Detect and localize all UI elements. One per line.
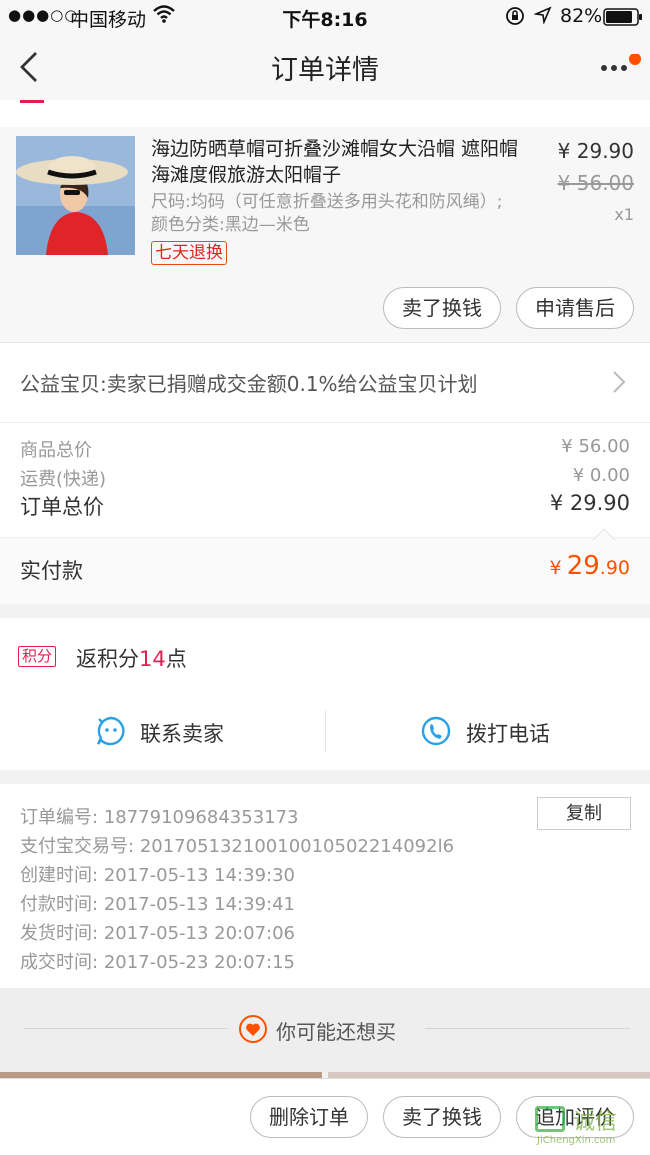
more-icon[interactable] (598, 53, 644, 88)
info-label: 发货时间: (20, 923, 99, 944)
points-badge: 积分 (18, 646, 57, 667)
goods-total-label: 商品总价 (20, 440, 92, 461)
caret-up-icon (592, 526, 616, 545)
order-info: 复制 订单编号: 18779109684353173 支付宝交易号: 20170… (0, 784, 650, 988)
create-time-value: 2017-05-13 14:39:30 (103, 865, 295, 886)
paid-amount: ¥ 29.90 (550, 551, 631, 581)
ship-time-value: 2017-05-13 20:07:06 (103, 923, 295, 944)
pay-time-line: 付款时间: 2017-05-13 14:39:41 (20, 890, 295, 916)
call-phone-button[interactable]: 拨打电话 (326, 700, 650, 760)
divider-left (24, 1028, 228, 1029)
goods-total-value: ¥ 56.00 (561, 436, 630, 457)
after-sale-button[interactable]: 申请售后 (516, 287, 634, 329)
watermark-cn: 诚信 (573, 1110, 618, 1135)
product-spec: 尺码:均码（可任意折叠送多用头花和防风绳）;颜色分类:黑边—米色 (151, 192, 503, 235)
points-contact-card: 积分 返积分14点 联系卖家 拨打电话 (0, 618, 650, 770)
points-text: 返积分14点 (76, 643, 187, 673)
recommend-header: 你可能还想买 (0, 988, 650, 1072)
info-label: 付款时间: (20, 894, 99, 915)
product-original-price: ¥ 56.00 (557, 171, 634, 195)
product-image[interactable] (16, 136, 135, 255)
shop-header-strip (0, 100, 650, 127)
product-quantity: x1 (614, 205, 634, 224)
product-price: ¥ 29.90 (557, 139, 634, 163)
product-card[interactable]: 海边防晒草帽可折叠沙滩帽女大沿帽 遮阳帽 海滩度假旅游太阳帽子 尺码:均码（可任… (0, 127, 650, 342)
order-number-value: 18779109684353173 (103, 807, 299, 828)
chevron-right-icon (612, 370, 626, 398)
order-number-line: 订单编号: 18779109684353173 (20, 803, 299, 829)
shipping-label: 运费(快递) (20, 469, 107, 490)
info-label: 创建时间: (20, 865, 99, 886)
points-prefix: 返积分 (76, 647, 139, 671)
order-total-label: 订单总价 (20, 495, 104, 519)
shipping-value: ¥ 0.00 (572, 465, 630, 486)
alipay-number-line: 支付宝交易号: 20170513210010010502214092l6 (20, 832, 454, 858)
watermark-en: JiChengXin.com (537, 1135, 616, 1146)
bottom-action-bar: 删除订单 卖了换钱 追加评价 诚信 JiChengXin.com (0, 1078, 650, 1155)
chat-bubble-icon (95, 715, 127, 751)
paid-label: 实付款 (20, 559, 83, 583)
sell-for-cash-button[interactable]: 卖了换钱 (383, 1096, 501, 1138)
page-title: 订单详情 (271, 55, 379, 86)
shop-icon (20, 100, 44, 103)
watermark-logo-icon (535, 1106, 565, 1132)
contact-seller-button[interactable]: 联系卖家 (0, 700, 325, 760)
call-phone-label: 拨打电话 (466, 722, 550, 746)
create-time-line: 创建时间: 2017-05-13 14:39:30 (20, 861, 295, 887)
paid-row: 实付款 ¥ 29.90 (0, 528, 650, 604)
site-watermark: 诚信 JiChengXin.com (533, 1101, 648, 1149)
deal-time-line: 成交时间: 2017-05-23 20:07:15 (20, 948, 295, 974)
orientation-lock-icon (505, 6, 525, 31)
info-label: 成交时间: (20, 952, 99, 973)
battery-icon (603, 8, 643, 31)
paid-decimal: .90 (599, 557, 630, 579)
location-icon (533, 6, 552, 29)
phone-icon (420, 715, 452, 751)
recommend-title: 你可能还想买 (276, 1020, 396, 1044)
charity-row[interactable]: 公益宝贝:卖家已捐赠成交金额0.1%给公益宝贝计划 (0, 342, 650, 422)
paid-main: 29 (566, 551, 600, 581)
charity-text: 公益宝贝:卖家已捐赠成交金额0.1%给公益宝贝计划 (20, 372, 478, 396)
product-title[interactable]: 海边防晒草帽可折叠沙滩帽女大沿帽 遮阳帽 海滩度假旅游太阳帽子 (151, 136, 521, 188)
price-summary: 商品总价 ¥ 56.00 运费(快递) ¥ 0.00 订单总价 ¥ 29.90 (0, 422, 650, 537)
deal-time-value: 2017-05-23 20:07:15 (103, 952, 295, 973)
battery-percent: 82% (560, 5, 603, 27)
points-suffix: 点 (165, 647, 187, 671)
contact-seller-label: 联系卖家 (140, 722, 224, 746)
sell-for-cash-button[interactable]: 卖了换钱 (383, 287, 501, 329)
heart-icon (238, 1014, 268, 1048)
order-total-value: ¥ 29.90 (549, 491, 630, 515)
clock: 下午8:16 (282, 9, 368, 31)
divider-right (425, 1028, 630, 1029)
points-value: 14 (139, 647, 166, 671)
copy-button[interactable]: 复制 (537, 797, 631, 830)
paid-currency: ¥ (549, 557, 562, 579)
seven-day-return-tag: 七天退换 (151, 241, 227, 265)
status-bar: ●●●○○ 中国移动 下午8:16 82% (0, 0, 650, 34)
ship-time-line: 发货时间: 2017-05-13 20:07:06 (20, 919, 295, 945)
pay-time-value: 2017-05-13 14:39:41 (103, 894, 295, 915)
alipay-number-value: 20170513210010010502214092l6 (139, 836, 455, 857)
info-label: 订单编号: (20, 807, 99, 828)
nav-bar: 订单详情 (0, 34, 650, 100)
delete-order-button[interactable]: 删除订单 (250, 1096, 368, 1138)
info-label: 支付宝交易号: (20, 836, 135, 857)
